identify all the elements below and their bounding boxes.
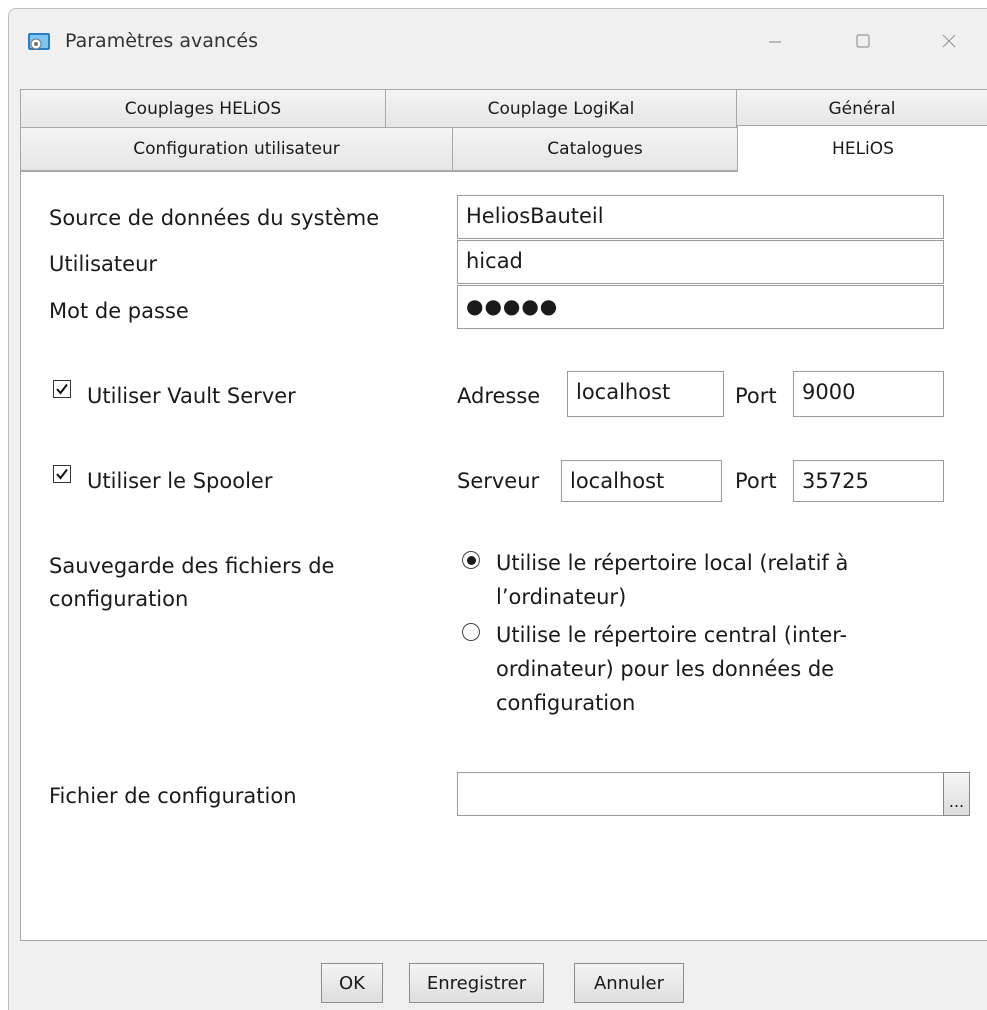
- minimize-button[interactable]: [753, 21, 797, 61]
- window-title: Paramètres avancés: [65, 30, 258, 52]
- tab-configuration-utilisateur[interactable]: Configuration utilisateur: [20, 127, 453, 171]
- datasource-label: Source de données du système: [49, 206, 380, 230]
- radio-central-text-line3: configuration: [496, 691, 636, 715]
- checkmark-icon: [56, 468, 68, 480]
- spooler-port-label: Port: [735, 469, 777, 493]
- ok-button[interactable]: OK: [321, 963, 383, 1003]
- settings-app-icon: [28, 33, 50, 50]
- maximize-icon: [856, 34, 870, 48]
- minimize-icon: [769, 41, 781, 43]
- radio-local-text-line2: l’ordinateur): [496, 585, 627, 609]
- radio-central-text-line2: ordinateur) pour les données de: [496, 657, 835, 681]
- vault-label: Utiliser Vault Server: [87, 384, 296, 408]
- password-label: Mot de passe: [49, 299, 189, 323]
- datasource-input[interactable]: HeliosBauteil: [457, 195, 944, 239]
- vault-address-input[interactable]: localhost: [567, 371, 724, 417]
- checkmark-icon: [56, 383, 68, 395]
- config-save-label-line1: Sauvegarde des fichiers de: [49, 554, 335, 578]
- user-input[interactable]: hicad: [457, 240, 944, 284]
- tab-couplage-logikal[interactable]: Couplage LogiKal: [385, 89, 737, 128]
- spooler-label: Utiliser le Spooler: [87, 469, 273, 493]
- tab-catalogues[interactable]: Catalogues: [452, 127, 738, 171]
- close-button[interactable]: [927, 21, 971, 61]
- spooler-checkbox[interactable]: [53, 465, 71, 483]
- config-file-input[interactable]: [457, 772, 945, 816]
- radio-central-text-line1: Utilise le répertoire central (inter-: [496, 623, 848, 647]
- vault-checkbox[interactable]: [53, 380, 71, 398]
- spooler-server-input[interactable]: localhost: [561, 460, 722, 502]
- radio-selected-dot: [466, 555, 476, 565]
- vault-port-input[interactable]: 9000: [793, 371, 944, 417]
- vault-port-label: Port: [735, 384, 777, 408]
- radio-central-directory[interactable]: [462, 623, 480, 641]
- helios-settings-panel: Source de données du système HeliosBaute…: [20, 171, 987, 941]
- spooler-server-label: Serveur: [457, 469, 540, 493]
- spooler-port-input[interactable]: 35725: [793, 460, 944, 502]
- password-input[interactable]: ●●●●●: [457, 285, 944, 329]
- advanced-settings-window: Paramètres avancés Couplages HELiOS Coup…: [8, 8, 987, 1010]
- maximize-button[interactable]: [841, 21, 885, 61]
- radio-local-directory[interactable]: [462, 551, 480, 569]
- close-icon: [942, 34, 956, 48]
- tab-couplages-helios[interactable]: Couplages HELiOS: [20, 89, 386, 128]
- config-save-label-line2: configuration: [49, 587, 189, 611]
- cancel-button[interactable]: Annuler: [574, 963, 684, 1003]
- radio-local-text-line1: Utilise le répertoire local (relatif à: [496, 551, 849, 575]
- browse-button[interactable]: ...: [943, 772, 970, 816]
- user-label: Utilisateur: [49, 252, 158, 276]
- vault-address-label: Adresse: [457, 384, 541, 408]
- save-button[interactable]: Enregistrer: [409, 963, 544, 1003]
- title-bar: Paramètres avancés: [9, 9, 987, 73]
- tab-general[interactable]: Général: [736, 89, 987, 128]
- config-file-label: Fichier de configuration: [49, 784, 297, 808]
- tab-helios[interactable]: HELiOS: [737, 125, 987, 172]
